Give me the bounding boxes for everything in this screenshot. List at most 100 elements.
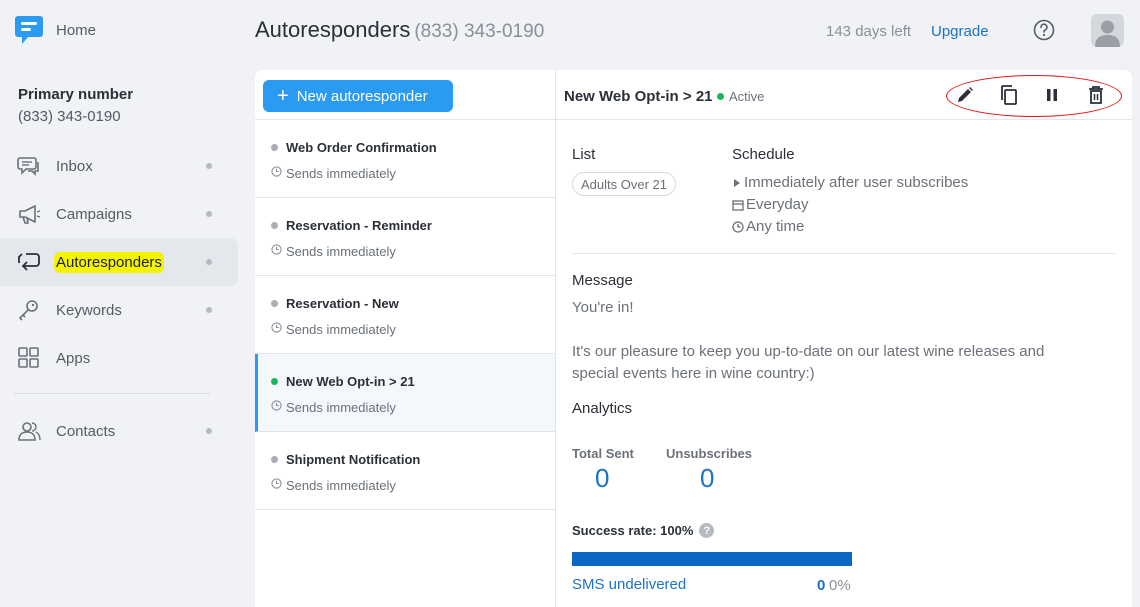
- delete-button[interactable]: [1085, 84, 1107, 106]
- list-item-selected[interactable]: New Web Opt-in > 21 Sends immediately: [255, 354, 555, 432]
- list-chip[interactable]: Adults Over 21: [572, 172, 676, 196]
- sidebar: Home Primary number (833) 343-0190 Inbox…: [0, 0, 240, 607]
- analytics-section-label: Analytics: [572, 400, 633, 417]
- logo-icon: [15, 16, 43, 44]
- upgrade-link[interactable]: Upgrade: [931, 23, 989, 40]
- detail-title: New Web Opt-in > 21: [564, 88, 713, 105]
- message-line: special events here in wine country:): [572, 365, 815, 382]
- list-item[interactable]: Reservation - Reminder Sends immediately: [255, 198, 555, 276]
- status-dot: [271, 456, 278, 463]
- pause-button[interactable]: [1041, 84, 1063, 106]
- home-label: Home: [56, 21, 97, 39]
- schedule-section-label: Schedule: [732, 146, 795, 163]
- sidebar-item-autoresponders[interactable]: Autoresponders: [0, 238, 238, 286]
- sidebar-item-contacts[interactable]: Contacts: [0, 407, 238, 455]
- nav-dot: [206, 211, 212, 217]
- sms-undelivered-link[interactable]: SMS undelivered: [572, 576, 686, 593]
- help-icon[interactable]: [1033, 19, 1055, 41]
- megaphone-icon: [19, 205, 41, 224]
- nav-dot: [206, 307, 212, 313]
- total-sent-label: Total Sent: [572, 446, 634, 461]
- list-item-schedule: Sends immediately: [286, 322, 396, 337]
- status-dot: [271, 222, 278, 229]
- clock-icon: [732, 220, 744, 233]
- list-item-name: Shipment Notification: [286, 452, 421, 467]
- avatar[interactable]: [1091, 14, 1124, 47]
- new-autoresponder-label: New autoresponder: [296, 87, 428, 105]
- list-item-schedule: Sends immediately: [286, 166, 396, 181]
- schedule-days-text: Everyday: [746, 196, 809, 213]
- sms-undelivered-percent: 0%: [829, 577, 851, 594]
- copy-icon: [1001, 85, 1017, 105]
- success-rate-bar: [572, 552, 852, 566]
- detail-header-divider: [556, 119, 1132, 120]
- autoresponder-detail: New Web Opt-in > 21 Active List Adults O…: [556, 70, 1132, 607]
- page-title-text: Autoresponders: [255, 17, 411, 42]
- success-rate-text: Success rate: 100%: [572, 523, 694, 538]
- list-item[interactable]: Shipment Notification Sends immediately: [255, 432, 555, 510]
- section-divider: [572, 253, 1115, 254]
- new-autoresponder-button[interactable]: + New autoresponder: [263, 80, 453, 112]
- list-section-label: List: [572, 146, 596, 163]
- nav-dot: [206, 259, 212, 265]
- schedule-time-text: Any time: [746, 218, 805, 235]
- home-link[interactable]: Home: [14, 14, 96, 46]
- list-item[interactable]: Reservation - New Sends immediately: [255, 276, 555, 354]
- question-icon[interactable]: ?: [699, 523, 715, 538]
- success-rate-bar-fill: [572, 552, 852, 566]
- clock-icon: [271, 244, 282, 255]
- plus-icon: +: [277, 85, 289, 107]
- status-dot: [271, 144, 278, 151]
- sidebar-item-keywords[interactable]: Keywords: [0, 286, 238, 334]
- sidebar-item-apps[interactable]: Apps: [0, 334, 238, 382]
- main-panel: + New autoresponder Web Order Confirmati…: [255, 70, 1132, 607]
- duplicate-button[interactable]: [998, 84, 1020, 106]
- sidebar-item-label: Apps: [56, 349, 91, 367]
- page-title: Autoresponders (833) 343-0190: [255, 17, 544, 43]
- message-line: It's our pleasure to keep you up-to-date…: [572, 343, 1045, 360]
- status-dot-active: [271, 378, 278, 385]
- message-line: You're in!: [572, 299, 634, 316]
- sidebar-item-label: Autoresponders: [54, 251, 164, 273]
- clock-icon: [271, 400, 282, 411]
- sidebar-divider: [14, 393, 210, 394]
- list-item-name: New Web Opt-in > 21: [286, 374, 415, 389]
- contacts-icon: [18, 422, 41, 441]
- sidebar-item-label: Keywords: [56, 301, 122, 319]
- sidebar-item-label: Inbox: [56, 157, 93, 175]
- primary-number-block: Primary number (833) 343-0190: [18, 86, 133, 125]
- autoresponder-icon: [18, 253, 40, 271]
- schedule-days: Everyday: [732, 196, 809, 213]
- apps-grid-icon: [18, 347, 39, 368]
- autoresponder-list: + New autoresponder Web Order Confirmati…: [255, 70, 556, 607]
- list-item-schedule: Sends immediately: [286, 244, 396, 259]
- user-silhouette-icon: [1095, 20, 1120, 47]
- list-item-name: Web Order Confirmation: [286, 140, 437, 155]
- list-item-name: Reservation - Reminder: [286, 218, 432, 233]
- clock-icon: [271, 166, 282, 177]
- schedule-trigger-text: Immediately after user subscribes: [744, 174, 969, 191]
- unsubscribes-value: 0: [700, 463, 715, 493]
- trash-icon: [1089, 86, 1103, 104]
- sidebar-item-campaigns[interactable]: Campaigns: [0, 190, 238, 238]
- primary-number-title: Primary number: [18, 86, 134, 103]
- play-icon: [734, 178, 740, 187]
- total-sent-value: 0: [595, 463, 610, 493]
- primary-number-value: (833) 343-0190: [18, 108, 121, 125]
- pencil-icon: [958, 87, 973, 102]
- clock-icon: [271, 322, 282, 333]
- inbox-icon: [17, 157, 39, 176]
- sidebar-item-inbox[interactable]: Inbox: [0, 142, 238, 190]
- list-item[interactable]: Web Order Confirmation Sends immediately: [255, 120, 555, 198]
- list-item-schedule: Sends immediately: [286, 400, 396, 415]
- edit-button[interactable]: [954, 84, 976, 106]
- schedule-time: Any time: [732, 218, 804, 235]
- status-badge: Active: [729, 89, 765, 104]
- calendar-icon: [732, 199, 744, 211]
- sms-undelivered-count: 0: [817, 577, 826, 594]
- pause-icon: [1047, 89, 1057, 101]
- clock-icon: [271, 478, 282, 489]
- key-icon: [18, 300, 38, 321]
- sidebar-item-label: Campaigns: [56, 205, 132, 223]
- status-dot-active: [717, 93, 724, 100]
